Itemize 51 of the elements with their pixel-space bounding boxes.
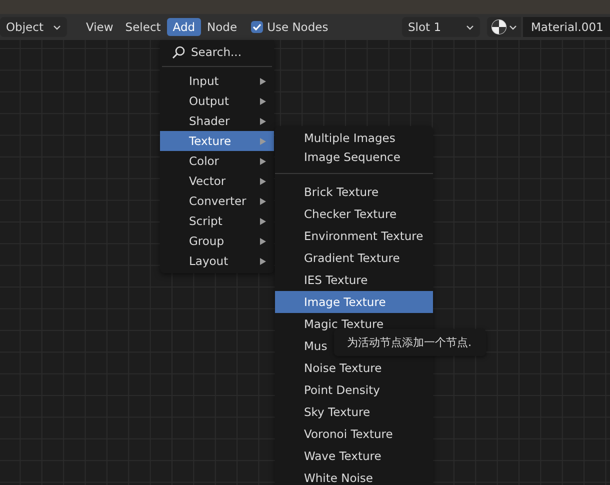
chevron-down-icon bbox=[466, 24, 474, 30]
submenu-arrow-icon bbox=[260, 258, 266, 264]
slot-dropdown[interactable]: Slot 1 bbox=[402, 17, 480, 37]
tooltip: 为活动节点添加一个节点. bbox=[334, 329, 486, 356]
chevron-down-icon bbox=[509, 24, 517, 30]
menu-item[interactable]: Converter bbox=[160, 191, 274, 211]
menu-item[interactable]: Gradient Texture bbox=[275, 247, 433, 269]
menu-item[interactable]: Noise Texture bbox=[275, 357, 433, 379]
menu-item[interactable]: Point Density bbox=[275, 379, 433, 401]
menu-item[interactable]: Multiple Images bbox=[275, 128, 433, 147]
menu-item[interactable]: Voronoi Texture bbox=[275, 423, 433, 445]
menu-item[interactable]: Brick Texture bbox=[275, 181, 433, 203]
menu-item[interactable]: Vector bbox=[160, 171, 274, 191]
submenu-arrow-icon bbox=[260, 98, 266, 104]
menu-item[interactable]: Layout bbox=[160, 251, 274, 271]
menu-item[interactable]: Texture bbox=[160, 131, 274, 151]
material-browse-button[interactable] bbox=[487, 17, 521, 37]
menu-item[interactable]: Group bbox=[160, 231, 274, 251]
submenu-arrow-icon bbox=[260, 78, 266, 84]
menu-item[interactable]: Wave Texture bbox=[275, 445, 433, 467]
menu-item[interactable]: IES Texture bbox=[275, 269, 433, 291]
submenu-arrow-icon bbox=[260, 118, 266, 124]
chevron-down-icon bbox=[53, 24, 61, 30]
search-icon bbox=[172, 46, 185, 58]
menu-item[interactable]: Output bbox=[160, 91, 274, 111]
menu-item[interactable]: Add bbox=[166, 18, 202, 36]
submenu-arrow-icon bbox=[260, 138, 266, 144]
material-name-field[interactable]: Material.001 bbox=[523, 17, 610, 37]
menu-item[interactable]: Sky Texture bbox=[275, 401, 433, 423]
menu-item[interactable]: Image Sequence bbox=[275, 147, 433, 166]
material-sphere-icon bbox=[491, 19, 507, 35]
menu-item[interactable]: Shader bbox=[160, 111, 274, 131]
menu-item[interactable]: View bbox=[80, 18, 120, 36]
menu-item[interactable]: Node bbox=[201, 18, 244, 36]
submenu-arrow-icon bbox=[260, 218, 266, 224]
submenu-arrow-icon bbox=[260, 158, 266, 164]
checkbox[interactable] bbox=[251, 21, 264, 33]
menu-item[interactable]: Checker Texture bbox=[275, 203, 433, 225]
menu-item[interactable]: Image Texture bbox=[275, 291, 433, 313]
menu-item[interactable]: Select bbox=[119, 18, 167, 36]
menu-item[interactable]: Input bbox=[160, 71, 274, 91]
menu-item[interactable]: Color bbox=[160, 151, 274, 171]
submenu-arrow-icon bbox=[260, 198, 266, 204]
submenu-arrow-icon bbox=[260, 178, 266, 184]
menu-item[interactable]: White Noise bbox=[275, 467, 433, 485]
search-item[interactable]: Search... bbox=[160, 42, 274, 62]
mode-dropdown[interactable]: Object bbox=[0, 17, 67, 37]
checkbox-label: Use Nodes bbox=[267, 20, 328, 34]
menu-item[interactable]: Environment Texture bbox=[275, 225, 433, 247]
menu-item[interactable]: Script bbox=[160, 211, 274, 231]
submenu-arrow-icon bbox=[260, 238, 266, 244]
